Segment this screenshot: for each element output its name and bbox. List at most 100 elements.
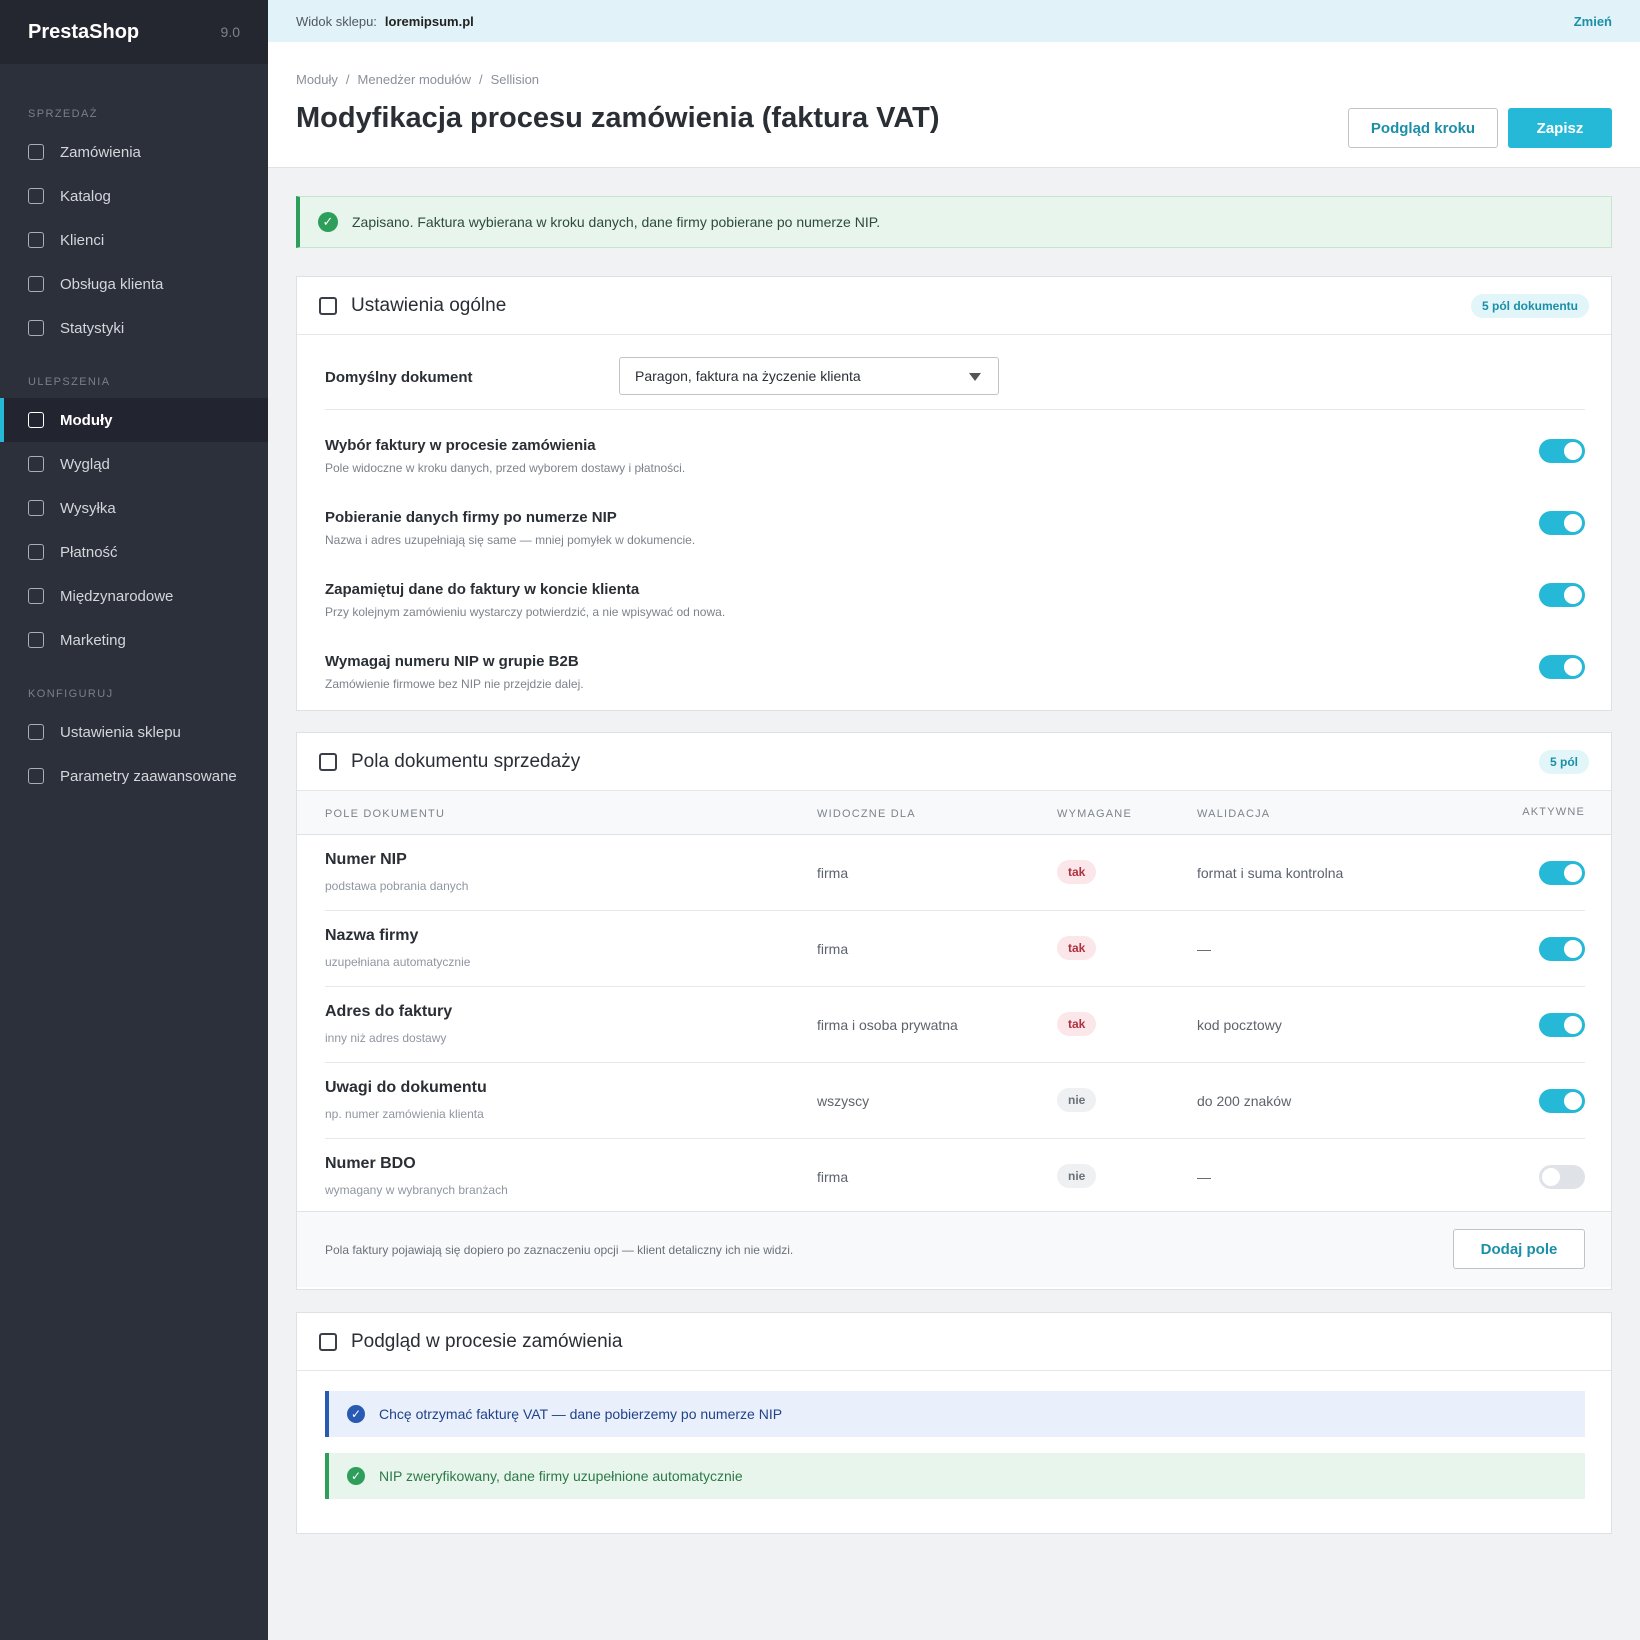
checkout-preview-card: Podgląd w procesie zamówienia ✓ Chcę otr…	[296, 1312, 1612, 1534]
brand-logo[interactable]: PrestaShop	[28, 21, 139, 44]
breadcrumb-item[interactable]: Sellision	[491, 72, 539, 87]
sidebar-item-catalog[interactable]: Katalog	[0, 174, 268, 218]
section-checkbox-icon	[319, 296, 337, 315]
preview-step-button[interactable]: Podgląd kroku	[1348, 108, 1498, 148]
success-alert: ✓ Zapisano. Faktura wybierana w kroku da…	[296, 196, 1612, 248]
field-count-badge: 5 pól	[1538, 750, 1589, 774]
visible-for: firma	[817, 941, 849, 957]
table-row: Adres do faktury inny niż adres dostawy …	[297, 987, 1611, 1063]
sidebar-item-customer-service[interactable]: Obsługa klienta	[0, 262, 268, 306]
page-header: Moduły / Menedżer modułów / Sellision Modyfi…	[268, 42, 1640, 168]
store-view-bar: Widok sklepu: loremipsum.pl Zmień	[268, 0, 1640, 42]
store-url-link[interactable]: loremipsum.pl	[385, 14, 474, 29]
invoice-request-notice: ✓ Chcę otrzymać fakturę VAT — dane pobie…	[325, 1391, 1585, 1437]
default-document-row: Domyślny dokument Paragon, faktura na ży…	[325, 357, 1585, 401]
breadcrumb-item[interactable]: Moduły	[296, 72, 338, 87]
table-row: Nazwa firmy uzupełniana automatycznie fi…	[297, 911, 1611, 987]
menu-checkbox-icon	[28, 632, 44, 648]
toggle-switch[interactable]	[1539, 511, 1585, 535]
sidebar-item-customers[interactable]: Klienci	[0, 218, 268, 262]
field-subtitle: np. numer zamówienia klienta	[325, 1107, 484, 1121]
active-toggle[interactable]	[1539, 1013, 1585, 1037]
option-description: Pole widoczne w kroku danych, przed wybo…	[325, 461, 686, 475]
alert-text: Zapisano. Faktura wybierana w kroku dany…	[352, 214, 881, 230]
required-badge: tak	[1057, 1012, 1097, 1036]
toggle-switch[interactable]	[1539, 655, 1585, 679]
column-header: WYMAGANE	[1057, 808, 1132, 820]
select-value: Paragon, faktura na życzenie klienta	[635, 368, 861, 384]
sidebar-header: PrestaShop 9.0	[0, 0, 268, 64]
sidebar-item-modules[interactable]: Moduły	[0, 398, 268, 442]
menu-checkbox-icon	[28, 456, 44, 472]
sidebar-item-shipping[interactable]: Wysyłka	[0, 486, 268, 530]
check-circle-icon: ✓	[347, 1467, 365, 1485]
sidebar-section-title: ULEPSZENIA	[28, 376, 111, 388]
option-nip-lookup: Pobieranie danych firmy po numerze NIP N…	[325, 509, 1585, 569]
field-name: Numer NIP	[325, 851, 407, 868]
sidebar-item-marketing[interactable]: Marketing	[0, 618, 268, 662]
option-description: Nazwa i adres uzupełniają się same — mni…	[325, 533, 696, 547]
active-toggle[interactable]	[1539, 861, 1585, 885]
footer-note: Pola faktury pojawiają się dopiero po za…	[325, 1243, 794, 1257]
sidebar-item-label: Międzynarodowe	[60, 587, 174, 605]
toggle-switch[interactable]	[1539, 583, 1585, 607]
toggle-switch[interactable]	[1539, 439, 1585, 463]
breadcrumb-item[interactable]: Menedżer modułów	[358, 72, 471, 87]
option-invoice-choice: Wybór faktury w procesie zamówienia Pole…	[325, 437, 1585, 497]
menu-checkbox-icon	[28, 232, 44, 248]
required-badge: nie	[1057, 1164, 1097, 1188]
check-circle-icon: ✓	[347, 1405, 365, 1423]
version-label: 9.0	[220, 24, 240, 40]
sidebar-item-label: Wysyłka	[60, 499, 116, 517]
save-button[interactable]: Zapisz	[1508, 108, 1612, 148]
sidebar-item-orders[interactable]: Zamówienia	[0, 130, 268, 174]
validation-text: —	[1197, 1169, 1211, 1185]
menu-checkbox-icon	[28, 412, 44, 428]
field-name: Uwagi do dokumentu	[325, 1079, 487, 1096]
table-row: Numer NIP podstawa pobrania danych firma…	[297, 835, 1611, 911]
visible-for: firma	[817, 1169, 849, 1185]
active-toggle[interactable]	[1539, 1089, 1585, 1113]
required-badge: tak	[1057, 860, 1097, 884]
column-header: WALIDACJA	[1197, 808, 1271, 820]
caret-down-icon	[969, 373, 981, 381]
validation-text: kod pocztowy	[1197, 1017, 1282, 1033]
active-toggle[interactable]	[1539, 937, 1585, 961]
sidebar-item-design[interactable]: Wygląd	[0, 442, 268, 486]
menu-checkbox-icon	[28, 724, 44, 740]
column-header: WIDOCZNE DLA	[817, 808, 916, 820]
sidebar-item-payment[interactable]: Płatność	[0, 530, 268, 574]
visible-for: wszyscy	[817, 1093, 870, 1109]
add-field-button[interactable]: Dodaj pole	[1453, 1229, 1585, 1269]
section-checkbox-icon	[319, 752, 337, 771]
visible-for: firma i osoba prywatna	[817, 1017, 958, 1033]
option-title: Zapamiętuj dane do faktury w koncie klie…	[325, 581, 640, 598]
option-title: Pobieranie danych firmy po numerze NIP	[325, 509, 617, 526]
sidebar-item-advanced[interactable]: Parametry zaawansowane	[0, 754, 268, 798]
card-header: Pola dokumentu sprzedaży 5 pól	[297, 733, 1611, 791]
table-header: POLE DOKUMENTU WIDOCZNE DLA WYMAGANE WAL…	[297, 791, 1611, 835]
sidebar-item-label: Parametry zaawansowane	[60, 767, 237, 785]
sidebar-item-stats[interactable]: Statystyki	[0, 306, 268, 350]
change-store-link[interactable]: Zmień	[1574, 14, 1612, 29]
active-toggle[interactable]	[1539, 1165, 1585, 1189]
sidebar-item-international[interactable]: Międzynarodowe	[0, 574, 268, 618]
general-settings-card: Ustawienia ogólne 5 pól dokumentu Domyśl…	[296, 276, 1612, 711]
default-document-select[interactable]: Paragon, faktura na życzenie klienta	[619, 357, 999, 395]
sidebar-item-shop-settings[interactable]: Ustawienia sklepu	[0, 710, 268, 754]
sidebar-section-title: SPRZEDAŻ	[28, 108, 98, 120]
sidebar-item-label: Moduły	[60, 411, 113, 429]
card-title: Podgląd w procesie zamówienia	[351, 1330, 623, 1352]
notice-text: NIP zweryfikowany, dane firmy uzupełnion…	[379, 1468, 743, 1484]
menu-checkbox-icon	[28, 500, 44, 516]
menu-checkbox-icon	[28, 544, 44, 560]
option-title: Wybór faktury w procesie zamówienia	[325, 437, 596, 454]
default-document-label: Domyślny dokument	[325, 369, 473, 386]
table-row: Uwagi do dokumentu np. numer zamówienia …	[297, 1063, 1611, 1139]
page-title: Modyfikacja procesu zamówienia (faktura …	[296, 102, 940, 134]
menu-checkbox-icon	[28, 768, 44, 784]
menu-checkbox-icon	[28, 144, 44, 160]
field-count-badge: 5 pól dokumentu	[1471, 294, 1589, 318]
notice-text: Chcę otrzymać fakturę VAT — dane pobierz…	[379, 1406, 783, 1422]
breadcrumb: Moduły / Menedżer modułów / Sellision	[296, 72, 540, 87]
